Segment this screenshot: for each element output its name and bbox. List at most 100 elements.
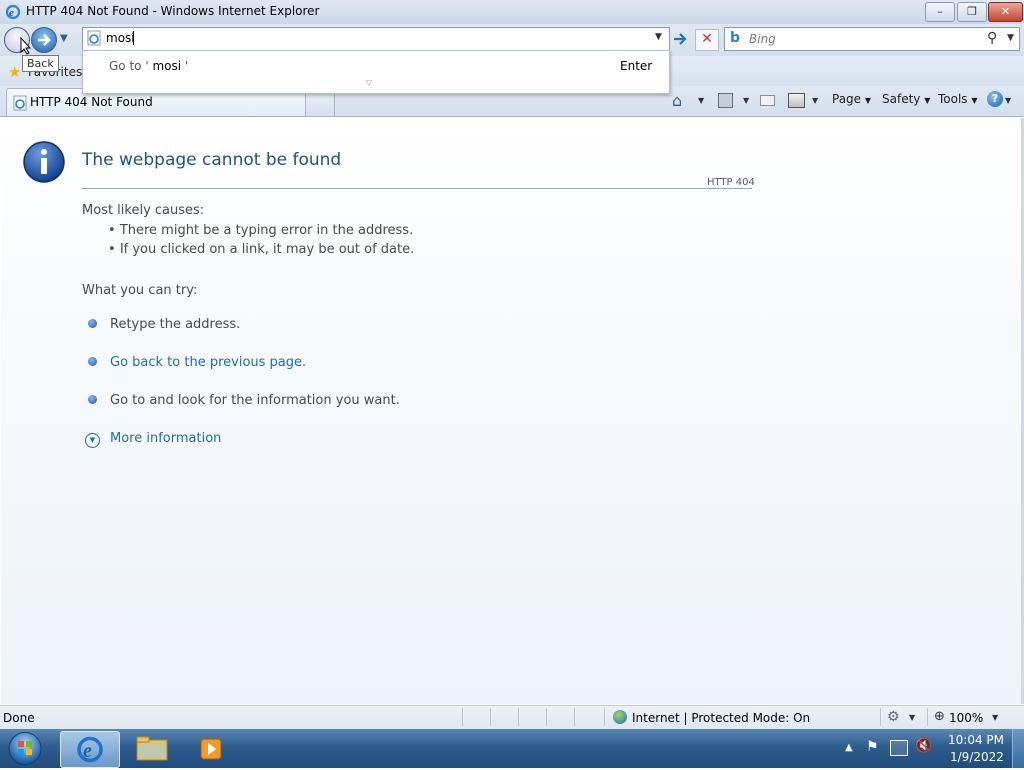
search-input[interactable]: Bing bbox=[749, 32, 776, 46]
go-to-suggestion[interactable]: Go to ' mosi ' bbox=[109, 59, 188, 73]
status-separator bbox=[490, 708, 491, 726]
tab-page-icon bbox=[12, 95, 28, 111]
go-arrow-icon[interactable] bbox=[671, 30, 689, 48]
feeds-dropdown-icon[interactable]: ▼ bbox=[743, 96, 749, 105]
zoom-dropdown-icon[interactable]: ▼ bbox=[992, 713, 998, 722]
ie-logo-icon: e bbox=[5, 4, 21, 20]
expand-circle-icon[interactable]: ▼ bbox=[85, 433, 100, 448]
svg-text:e: e bbox=[9, 7, 14, 19]
heading-divider bbox=[82, 188, 752, 189]
safety-menu-label: Safety bbox=[882, 92, 921, 106]
go-back-link[interactable]: Go back to the previous page. bbox=[110, 355, 306, 370]
popup-dropdown-icon[interactable]: ▼ bbox=[909, 713, 915, 722]
search-icon[interactable]: ⚲ bbox=[987, 30, 997, 46]
print-icon[interactable] bbox=[788, 93, 805, 108]
taskbar-media-player-button[interactable] bbox=[182, 731, 240, 766]
page-heading: The webpage cannot be found bbox=[82, 150, 342, 170]
try-item-go-to: Go to and look for the information you w… bbox=[110, 393, 400, 408]
start-button-icon[interactable] bbox=[5, 731, 45, 766]
help-icon[interactable]: ? bbox=[987, 91, 1003, 107]
page-menu-arrow-icon: ▼ bbox=[864, 96, 872, 105]
tools-menu-arrow-icon: ▼ bbox=[971, 96, 978, 105]
address-suggestions-dropdown: Go to ' mosi ' Enter ▽ bbox=[82, 50, 670, 94]
page-menu[interactable]: Page ▼ bbox=[832, 92, 871, 106]
safety-menu-arrow-icon: ▼ bbox=[924, 96, 931, 105]
taskbar-explorer-button[interactable] bbox=[122, 731, 180, 766]
home-dropdown-icon[interactable]: ▼ bbox=[698, 96, 704, 105]
info-icon bbox=[22, 140, 66, 184]
svg-text:e: e bbox=[83, 740, 92, 762]
blue-bullet-icon bbox=[88, 357, 97, 366]
status-separator bbox=[518, 708, 519, 726]
globe-icon bbox=[613, 710, 627, 724]
folder-icon bbox=[136, 736, 168, 761]
cause-item: • There might be a typing error in the a… bbox=[108, 223, 414, 238]
clock-date[interactable]: 1/9/2022 bbox=[950, 750, 1004, 764]
window-title: HTTP 404 Not Found - Windows Internet Ex… bbox=[26, 4, 320, 18]
zoom-level[interactable]: 100% bbox=[949, 711, 983, 725]
home-icon[interactable]: ⌂ bbox=[672, 91, 682, 110]
network-icon[interactable] bbox=[890, 740, 908, 756]
action-center-flag-icon[interactable]: ⚑ bbox=[866, 739, 879, 755]
tab-title: HTTP 404 Not Found bbox=[30, 95, 153, 109]
status-separator bbox=[604, 708, 605, 726]
clock-time[interactable]: 10:04 PM bbox=[948, 733, 1004, 747]
text-caret bbox=[133, 31, 134, 45]
read-mail-icon[interactable] bbox=[760, 95, 775, 106]
tools-menu[interactable]: Tools ▼ bbox=[938, 92, 978, 106]
minimize-button[interactable]: – bbox=[925, 2, 955, 22]
new-tab-button[interactable] bbox=[305, 91, 335, 116]
cause-item: • If you clicked on a link, it may be ou… bbox=[108, 242, 415, 257]
error-code: HTTP 404 bbox=[707, 177, 755, 188]
restore-button[interactable]: ❐ bbox=[957, 2, 987, 22]
status-separator bbox=[880, 708, 881, 726]
print-dropdown-icon[interactable]: ▼ bbox=[812, 96, 818, 105]
help-dropdown-icon[interactable]: ▼ bbox=[1005, 96, 1011, 105]
page-menu-label: Page bbox=[832, 92, 862, 106]
expand-suggestions-icon[interactable]: ▽ bbox=[366, 78, 372, 87]
go-to-value: mosi bbox=[148, 59, 185, 73]
go-to-prefix: Go to ' bbox=[109, 59, 149, 73]
try-item-retype: Retype the address. bbox=[110, 317, 241, 332]
page-icon bbox=[86, 30, 102, 46]
ie-taskbar-icon: e bbox=[77, 736, 103, 763]
stop-icon[interactable]: ✕ bbox=[695, 29, 719, 51]
more-information-link[interactable]: More information bbox=[110, 431, 221, 446]
zoom-icon[interactable]: ⊕ bbox=[934, 709, 945, 724]
status-separator bbox=[462, 708, 463, 726]
feeds-icon[interactable] bbox=[718, 93, 733, 108]
recent-pages-dropdown-icon[interactable]: ▼ bbox=[60, 33, 68, 44]
forward-button[interactable] bbox=[31, 27, 57, 53]
blue-bullet-icon bbox=[88, 395, 97, 404]
address-input[interactable]: mosi bbox=[106, 31, 135, 45]
forward-arrow-icon bbox=[38, 34, 51, 46]
address-dropdown-icon[interactable]: ▼ bbox=[655, 32, 662, 42]
media-player-icon bbox=[200, 738, 222, 760]
blue-bullet-icon bbox=[88, 319, 97, 328]
taskbar-ie-button[interactable]: e bbox=[60, 731, 120, 768]
search-options-icon[interactable]: ▼ bbox=[1007, 33, 1014, 43]
causes-heading: Most likely causes: bbox=[82, 203, 205, 218]
enter-hint: Enter bbox=[620, 59, 653, 73]
address-bar[interactable]: mosi ▼ bbox=[82, 27, 670, 51]
status-separator bbox=[546, 708, 547, 726]
cause-item-text: If you clicked on a link, it may be out … bbox=[119, 242, 415, 257]
volume-muted-icon[interactable]: 🔇 bbox=[915, 738, 932, 754]
status-bar bbox=[0, 705, 1024, 730]
status-separator bbox=[927, 708, 928, 726]
show-hidden-icons-icon[interactable]: ▲ bbox=[845, 742, 853, 753]
back-tooltip: Back bbox=[22, 55, 59, 72]
status-text: Done bbox=[3, 711, 35, 725]
title-bar: e HTTP 404 Not Found - Windows Internet … bbox=[0, 0, 1024, 24]
favorites-star-icon[interactable]: ★ bbox=[8, 63, 21, 81]
show-desktop-button[interactable] bbox=[1012, 729, 1024, 768]
security-zone[interactable]: Internet | Protected Mode: On bbox=[632, 711, 810, 725]
tools-menu-label: Tools bbox=[938, 92, 968, 106]
search-box[interactable]: b Bing ⚲ ▼ bbox=[724, 27, 1020, 51]
close-button[interactable]: ✕ bbox=[988, 2, 1023, 22]
cause-item-text: There might be a typing error in the add… bbox=[119, 223, 414, 238]
popup-blocker-icon[interactable]: ⚙ bbox=[887, 709, 900, 725]
status-separator bbox=[574, 708, 575, 726]
safety-menu[interactable]: Safety ▼ bbox=[882, 92, 930, 106]
try-heading: What you can try: bbox=[82, 283, 198, 298]
